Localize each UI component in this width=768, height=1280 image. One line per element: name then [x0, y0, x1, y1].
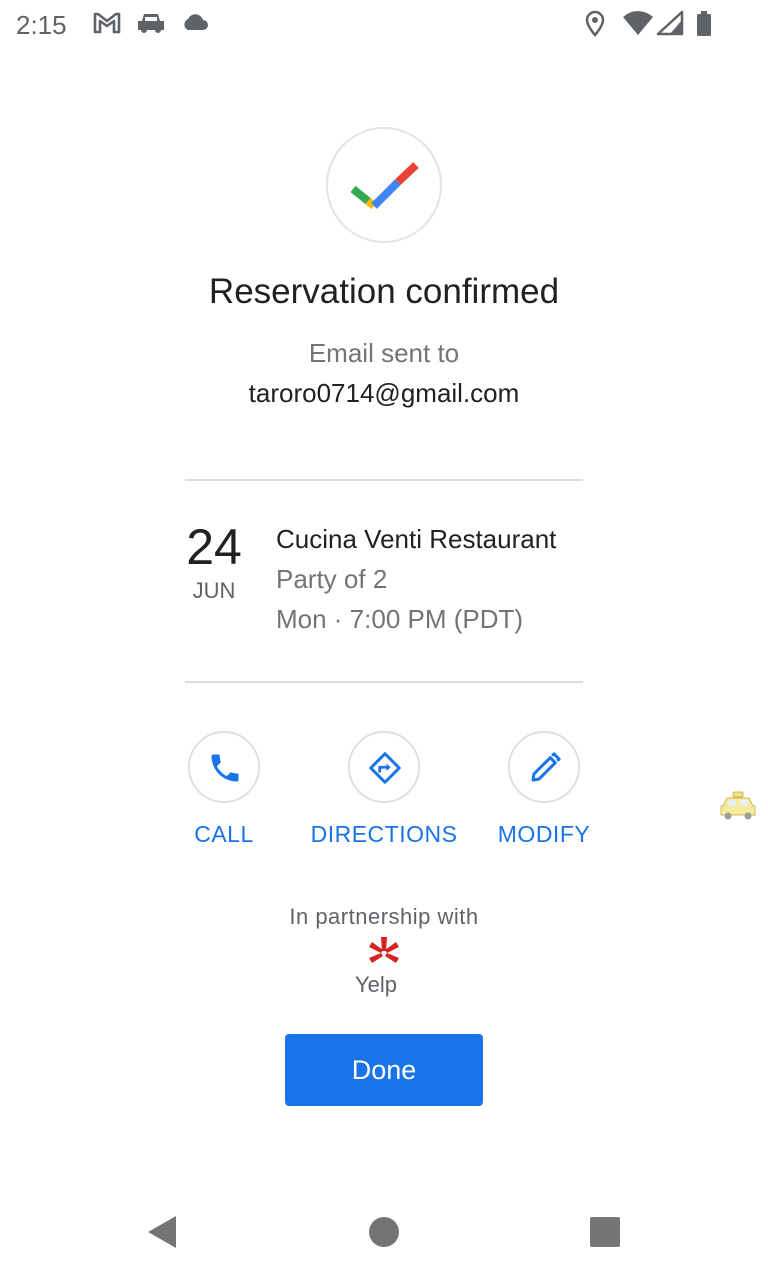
modify-circle[interactable] — [508, 731, 580, 803]
call-button[interactable]: CALL — [144, 731, 304, 861]
directions-circle[interactable] — [348, 731, 420, 803]
battery-icon — [695, 10, 713, 43]
done-button[interactable]: Done — [285, 1034, 483, 1106]
signal-icon — [656, 10, 684, 41]
directions-label[interactable]: DIRECTIONS — [304, 821, 464, 848]
yelp-logo-icon — [366, 934, 402, 975]
taxi-icon[interactable] — [718, 790, 758, 827]
partner-name: Yelp — [354, 972, 397, 997]
gmail-icon — [92, 10, 122, 41]
divider — [185, 479, 583, 481]
recents-nav-icon[interactable] — [587, 1212, 623, 1257]
reservation-month: JUN — [192, 578, 236, 603]
partnership-text: In partnership with — [289, 904, 479, 929]
reservation-day: 24 — [186, 519, 242, 575]
email-sent-label: Email sent to — [308, 338, 460, 368]
car-icon — [136, 10, 166, 41]
location-icon — [584, 10, 606, 43]
cloud-icon — [180, 10, 210, 41]
restaurant-name: Cucina Venti Restaurant — [276, 524, 557, 554]
confirmation-check-icon — [326, 127, 442, 243]
wifi-icon — [622, 10, 654, 41]
home-nav-icon[interactable] — [366, 1212, 402, 1257]
status-bar: 2:15 — [0, 0, 768, 48]
reservation-time: Mon · 7:00 PM (PDT) — [276, 604, 524, 634]
directions-button[interactable]: DIRECTIONS — [304, 731, 464, 861]
email-address: taroro0714@gmail.com — [248, 378, 520, 408]
divider — [185, 681, 583, 683]
party-size: Party of 2 — [276, 564, 388, 594]
page-title: Reservation confirmed — [208, 272, 560, 311]
modify-button[interactable]: MODIFY — [464, 731, 624, 861]
status-time: 2:15 — [16, 10, 67, 40]
call-circle[interactable] — [188, 731, 260, 803]
back-nav-icon[interactable] — [144, 1212, 180, 1257]
reservation-confirmation-screen: 2:15 Reservation confirmed Email sent to… — [0, 0, 768, 1280]
modify-label[interactable]: MODIFY — [464, 821, 624, 848]
call-label[interactable]: CALL — [144, 821, 304, 848]
